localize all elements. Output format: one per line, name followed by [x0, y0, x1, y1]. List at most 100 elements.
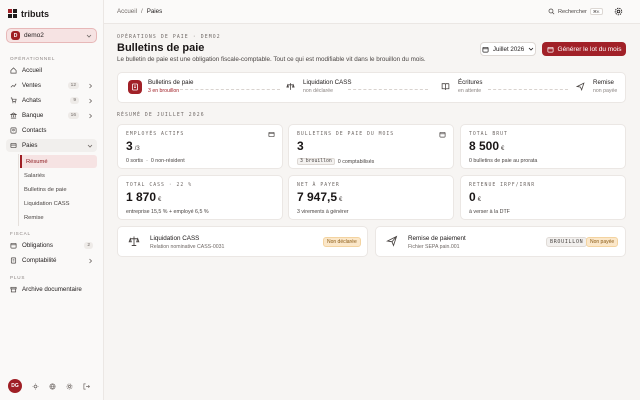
- step-title: Remise: [593, 79, 614, 86]
- step-connector: [348, 89, 428, 90]
- search-button[interactable]: Rechercher ⌘K: [548, 5, 605, 18]
- card-label: RETENUE IRPF/IRNR: [469, 183, 536, 188]
- sidebar-item-comptabilite[interactable]: Comptabilité: [6, 254, 97, 267]
- payment-remittance-panel[interactable]: Remise de paiement Fichier SEPA pain.001…: [375, 226, 626, 257]
- card-irpf-withholding[interactable]: RETENUE IRPF/IRNR 0 € à verser à la DTF: [460, 175, 626, 220]
- sidebar-item-contacts[interactable]: Contacts: [6, 124, 97, 137]
- globe-icon[interactable]: [49, 383, 56, 390]
- subtext-left: 0 bulletins de paie au prorata: [469, 158, 538, 164]
- draft-badge: BROUILLON: [546, 237, 588, 247]
- book-icon: [438, 80, 452, 94]
- payroll-icon: [10, 142, 17, 149]
- count-badge: 9: [70, 97, 79, 104]
- step-remise[interactable]: Remise non payée: [573, 79, 617, 94]
- sidebar-item-archive[interactable]: Archive documentaire: [6, 283, 97, 296]
- card-net-to-pay[interactable]: NET À PAYER 7 947,5 € 3 virements à génér…: [288, 175, 454, 220]
- subtext-left: 0 sortis: [126, 158, 144, 164]
- panel-title: Remise de paiement: [408, 235, 466, 242]
- search-shortcut: ⌘K: [589, 8, 603, 15]
- sidebar: tributs D demo2 OPÉRATIONNEL Accueil Ven…: [0, 0, 104, 400]
- sidebar-item-banque[interactable]: Banque 16: [6, 109, 97, 122]
- month-selector[interactable]: Juillet 2026: [480, 42, 536, 56]
- gear-icon[interactable]: [614, 7, 623, 16]
- generate-batch-button[interactable]: Générer le lot du mois: [542, 42, 626, 56]
- sidebar-item-label: Accueil: [22, 67, 42, 74]
- card-total-cass[interactable]: TOTAL CASS · 22 % 1 870 € entreprise 15,5…: [117, 175, 283, 220]
- sidebar-item-label: Contacts: [22, 127, 47, 134]
- panel-subtitle: Fichier SEPA pain.001: [408, 244, 460, 250]
- subtext-left: 3 virements à générer: [297, 209, 349, 215]
- value-number: 8 500: [469, 139, 500, 153]
- subnav-guide: [18, 154, 19, 226]
- step-liquidation-cass[interactable]: Liquidation CASS non déclarée: [283, 79, 352, 94]
- breadcrumb: Accueil / Paies: [117, 8, 162, 15]
- card-total-gross[interactable]: TOTAL BRUT 8 500 € 0 bulletins de paie au…: [460, 124, 626, 169]
- contacts-icon: [10, 127, 17, 134]
- value-number: 0: [469, 190, 476, 204]
- document-icon: [128, 79, 142, 94]
- subnav-remise[interactable]: Remise: [20, 211, 97, 224]
- logo-text: tributs: [21, 9, 49, 19]
- subnav-bulletins[interactable]: Bulletins de paie: [20, 183, 97, 196]
- top-bar: Accueil / Paies Rechercher ⌘K: [104, 0, 640, 24]
- subtext-left: à verser à la DTF: [469, 209, 510, 215]
- workspace-badge: D: [11, 31, 20, 40]
- card-label: TOTAL CASS · 22 %: [126, 183, 193, 188]
- app-logo[interactable]: tributs: [8, 9, 49, 19]
- sidebar-item-ventes[interactable]: Ventes 12: [6, 79, 97, 92]
- value-number: 1 870: [126, 190, 157, 204]
- section-operational: OPÉRATIONNEL: [10, 56, 56, 61]
- breadcrumb-home[interactable]: Accueil: [117, 8, 137, 15]
- step-bulletins[interactable]: Bulletins de paie 3 en brouillon: [128, 79, 193, 94]
- status-badge: Non déclarée: [323, 237, 361, 247]
- count-badge: 16: [67, 112, 79, 119]
- sidebar-item-paies[interactable]: Paies: [6, 139, 97, 152]
- card-value: 3: [297, 139, 304, 153]
- card-subtext: 3 brouillon 0 comptabilisés: [297, 158, 374, 165]
- panel-subtitle: Relation nominative CASS-0031: [150, 244, 225, 250]
- value-number: 3: [126, 139, 133, 153]
- card-label: EMPLOYÉS ACTIFS: [126, 132, 185, 137]
- summary-heading: RÉSUMÉ DE JUILLET 2026: [117, 113, 205, 118]
- search-icon: [548, 8, 555, 15]
- sidebar-item-obligations[interactable]: Obligations 2: [6, 239, 97, 252]
- subnav-liquidation-cass[interactable]: Liquidation CASS: [20, 197, 97, 210]
- sidebar-item-label: Banque: [22, 112, 44, 119]
- id-card-icon: [268, 131, 275, 138]
- bank-icon: [10, 112, 17, 119]
- trend-up-icon: [10, 83, 17, 88]
- liquidation-cass-panel[interactable]: Liquidation CASS Relation nominative CAS…: [117, 226, 368, 257]
- page-lead: Le bulletin de paie est une obligation f…: [117, 56, 426, 63]
- avatar[interactable]: DG: [8, 379, 22, 393]
- section-fiscal: FISCAL: [10, 231, 31, 236]
- sidebar-item-achats[interactable]: Achats 9: [6, 94, 97, 107]
- workspace-switcher[interactable]: D demo2: [6, 28, 97, 43]
- step-ecritures[interactable]: Écritures en attente: [438, 79, 482, 94]
- sun-icon[interactable]: [32, 382, 39, 390]
- subnav-salaries[interactable]: Salariés: [20, 169, 97, 182]
- settings-icon[interactable]: [66, 383, 73, 390]
- chevron-down-icon: [87, 144, 93, 148]
- sidebar-item-label: Ventes: [22, 82, 41, 89]
- step-title: Bulletins de paie: [148, 79, 194, 86]
- card-subtext: à verser à la DTF: [469, 209, 510, 215]
- card-label: NET À PAYER: [297, 183, 340, 188]
- card-active-employees[interactable]: EMPLOYÉS ACTIFS 3/3 0 sortis · 0 non-résid…: [117, 124, 283, 169]
- card-subtext: 3 virements à générer: [297, 209, 349, 215]
- subtext-right: 0 non-résident: [150, 158, 185, 164]
- value-unit: €: [501, 146, 505, 152]
- count-badge: 2: [84, 242, 93, 249]
- logout-icon[interactable]: [83, 383, 90, 390]
- subnav-resume[interactable]: Résumé: [20, 155, 97, 168]
- card-value: 0 €: [469, 190, 481, 204]
- sidebar-item-accueil[interactable]: Accueil: [6, 64, 97, 77]
- value-number: 3: [297, 139, 304, 153]
- sidebar-footer: DG: [8, 379, 90, 393]
- sidebar-item-label: Paies: [22, 142, 38, 149]
- card-bulletins[interactable]: BULLETINS DE PAIE DU MOIS 3 3 brouillon 0…: [288, 124, 454, 169]
- draft-tag: 3 brouillon: [297, 158, 335, 165]
- card-label: BULLETINS DE PAIE DU MOIS: [297, 132, 395, 137]
- card-value: 1 870 €: [126, 190, 161, 204]
- subtext-separator: ·: [146, 158, 148, 164]
- sidebar-item-label: Archive documentaire: [22, 286, 82, 293]
